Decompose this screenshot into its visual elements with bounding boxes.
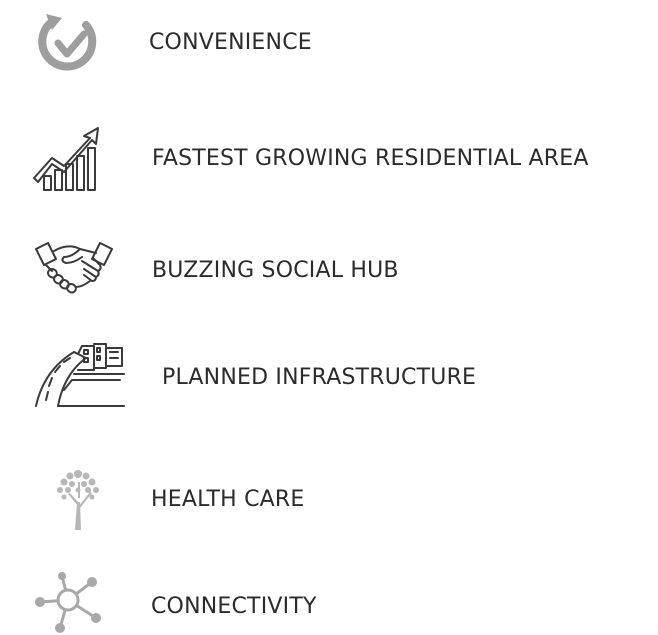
feature-label: FASTEST GROWING RESIDENTIAL AREA [152,146,589,171]
feature-list: CONVENIENCE FASTEST GROWING RESIDENTIAL … [0,0,658,635]
feature-label: BUZZING SOCIAL HUB [152,258,399,283]
refresh-check-icon [34,12,102,74]
tree-icon [50,466,106,532]
feature-label: CONNECTIVITY [151,594,317,619]
growth-chart-icon [30,126,106,192]
feature-item-connectivity: CONNECTIVITY [0,560,658,635]
feature-item-convenience: CONVENIENCE [0,0,658,100]
handshake-icon [34,239,114,295]
network-nodes-icon [32,572,114,634]
feature-item-infrastructure: PLANNED INFRASTRUCTURE [0,330,658,440]
feature-item-health-care: HEALTH CARE [0,450,658,550]
feature-label: PLANNED INFRASTRUCTURE [162,365,477,390]
feature-item-social-hub: BUZZING SOCIAL HUB [0,225,658,325]
feature-label: CONVENIENCE [149,30,312,55]
road-buildings-icon [34,340,128,410]
feature-item-growth: FASTEST GROWING RESIDENTIAL AREA [0,110,658,220]
feature-label: HEALTH CARE [151,487,305,512]
